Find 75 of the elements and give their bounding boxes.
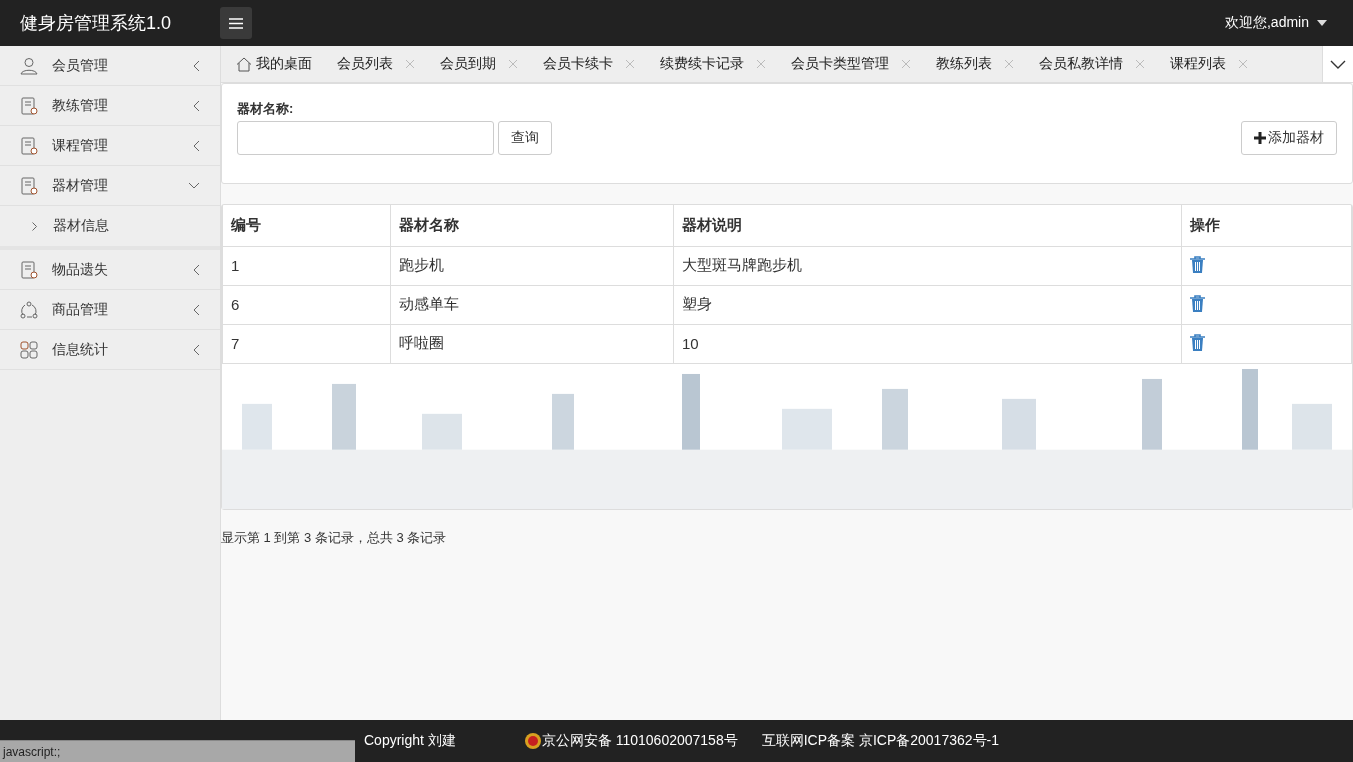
plus-icon (1254, 132, 1266, 144)
chevron-down-icon (188, 181, 200, 190)
status-bar: javascript:; (0, 740, 355, 762)
sidebar-item[interactable]: 课程管理 (0, 126, 220, 166)
document-icon (20, 260, 38, 279)
chevron-left-icon (193, 99, 200, 112)
chevron-left-icon (193, 139, 200, 152)
table-cell: 塑身 (673, 285, 1182, 324)
column-header: 器材说明 (673, 205, 1182, 246)
caret-down-icon (1317, 20, 1327, 26)
sidebar-subitem[interactable]: 器材信息 (0, 206, 220, 250)
table-cell: 大型斑马牌跑步机 (673, 246, 1182, 285)
trash-icon[interactable] (1190, 255, 1205, 273)
close-icon[interactable] (1135, 59, 1145, 69)
table-cell: 跑步机 (390, 246, 674, 285)
close-icon[interactable] (508, 59, 518, 69)
close-icon[interactable] (901, 59, 911, 69)
close-icon[interactable] (1004, 59, 1014, 69)
tab[interactable]: 会员列表 (322, 46, 425, 82)
name-input[interactable] (237, 121, 494, 155)
person-icon (20, 56, 38, 75)
field-label: 器材名称: (237, 100, 295, 118)
tab-menu-button[interactable] (1322, 46, 1353, 82)
sidebar-item[interactable]: 器材管理 (0, 166, 220, 206)
tab[interactable]: 会员卡续卡 (528, 46, 645, 82)
document-icon (20, 96, 38, 115)
trash-icon[interactable] (1190, 333, 1205, 351)
police-record-link[interactable]: 京公网安备 11010602007158号 (541, 732, 738, 750)
table-cell: 6 (222, 285, 391, 324)
tab[interactable]: 会员卡类型管理 (776, 46, 921, 82)
tab[interactable]: 会员私教详情 (1024, 46, 1155, 82)
menu-icon (229, 17, 243, 29)
grid-icon (20, 340, 38, 359)
table-cell: 呼啦圈 (390, 324, 674, 363)
chevron-left-icon (193, 303, 200, 316)
chevron-left-icon (193, 263, 200, 276)
table-cell: 1 (222, 246, 391, 285)
icp-record-link[interactable]: 互联网ICP备案 京ICP备20017362号-1 (761, 732, 999, 750)
chevron-right-icon (32, 221, 37, 231)
app-title: 健身房管理系统1.0 (19, 12, 173, 35)
sidebar-item[interactable]: 物品遗失 (0, 250, 220, 290)
sidebar-item[interactable]: 商品管理 (0, 290, 220, 330)
trash-icon[interactable] (1190, 294, 1205, 312)
column-header: 器材名称 (390, 205, 674, 246)
table-cell: 10 (673, 324, 1182, 363)
tab[interactable]: 教练列表 (921, 46, 1024, 82)
table-cell: 7 (222, 324, 391, 363)
document-icon (20, 136, 38, 155)
sidebar-item[interactable]: 教练管理 (0, 86, 220, 126)
close-icon[interactable] (1238, 59, 1248, 69)
chevron-down-icon (1330, 59, 1346, 69)
tab[interactable]: 会员到期 (425, 46, 528, 82)
chevron-left-icon (193, 343, 200, 356)
tab[interactable]: 续费续卡记录 (645, 46, 776, 82)
menu-button[interactable] (220, 7, 252, 39)
sidebar-item[interactable]: 信息统计 (0, 330, 220, 370)
sidebar-item[interactable]: 会员管理 (0, 46, 220, 86)
add-button[interactable]: 添加器材 (1241, 121, 1337, 155)
user-menu[interactable]: 欢迎您,admin (1224, 14, 1309, 32)
emblem-icon (523, 732, 542, 750)
chevron-left-icon (193, 59, 200, 72)
close-icon[interactable] (625, 59, 635, 69)
document-icon (20, 176, 38, 195)
home-icon (236, 56, 252, 72)
query-button[interactable]: 查询 (498, 121, 552, 155)
column-header: 编号 (222, 205, 391, 246)
column-header: 操作 (1181, 205, 1352, 246)
close-icon[interactable] (405, 59, 415, 69)
cycle-icon (20, 300, 38, 319)
tab[interactable]: 我的桌面 (221, 46, 322, 82)
table-cell: 动感单车 (390, 285, 674, 324)
tab[interactable]: 课程列表 (1155, 46, 1258, 82)
close-icon[interactable] (756, 59, 766, 69)
copyright-text: Copyright 刘建 (364, 732, 456, 750)
pagination-info: 显示第 1 到第 3 条记录，总共 3 条记录 (221, 529, 448, 547)
